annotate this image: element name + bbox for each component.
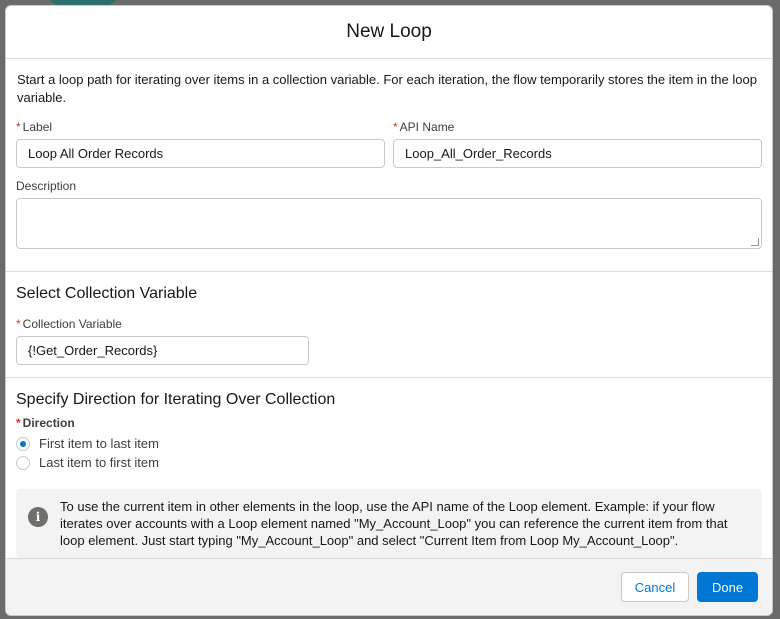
required-mark: * (16, 317, 21, 331)
label-input[interactable]: Loop All Order Records (16, 139, 385, 168)
radio-first-to-last[interactable]: First item to last item (16, 436, 762, 451)
collection-section-title: Select Collection Variable (16, 285, 198, 302)
done-button[interactable]: Done (697, 572, 758, 602)
collection-section: Select Collection Variable * Collection V… (6, 285, 772, 365)
api-name-field: * API Name Loop_All_Order_Records (393, 120, 762, 168)
required-mark: * (16, 120, 21, 134)
radio-unselected-icon[interactable] (16, 455, 30, 470)
radio-last-to-first[interactable]: Last item to first item (16, 455, 762, 470)
description-field-label: Description (16, 179, 77, 193)
direction-label: Direction (22, 416, 75, 430)
collection-variable-label: Collection Variable (22, 317, 122, 331)
info-icon: i (28, 507, 48, 527)
radio-selected-icon[interactable] (16, 436, 30, 451)
description-field: Description (16, 179, 762, 249)
dialog-title: New Loop (346, 21, 432, 42)
description-textarea[interactable] (16, 198, 762, 249)
dialog-header: New Loop (6, 6, 772, 59)
label-field-label: Label (22, 120, 53, 134)
api-name-field-label: API Name (399, 120, 455, 134)
section-divider (6, 271, 772, 272)
direction-section-title: Specify Direction for Iterating Over Col… (16, 391, 336, 408)
info-text: To use the current item in other element… (60, 499, 728, 548)
direction-section: Specify Direction for Iterating Over Col… (6, 391, 772, 470)
collection-variable-input[interactable]: {!Get_Order_Records} (16, 336, 309, 365)
dialog-body: Start a loop path for iterating over ite… (6, 59, 772, 558)
radio-label: First item to last item (39, 436, 159, 451)
api-name-input[interactable]: Loop_All_Order_Records (393, 139, 762, 168)
section-divider (6, 377, 772, 378)
required-mark: * (16, 416, 21, 430)
general-section: * Label Loop All Order Records * API Name … (6, 120, 772, 249)
new-loop-dialog: New Loop Start a loop path for iterating… (5, 5, 773, 616)
dialog-footer: Cancel Done (6, 558, 772, 615)
required-mark: * (393, 120, 398, 134)
label-field: * Label Loop All Order Records (16, 120, 385, 168)
radio-label: Last item to first item (39, 455, 159, 470)
resize-handle-icon[interactable] (751, 238, 759, 246)
cancel-button[interactable]: Cancel (621, 572, 689, 602)
dialog-description: Start a loop path for iterating over ite… (17, 72, 757, 105)
info-panel: i To use the current item in other eleme… (16, 489, 762, 558)
